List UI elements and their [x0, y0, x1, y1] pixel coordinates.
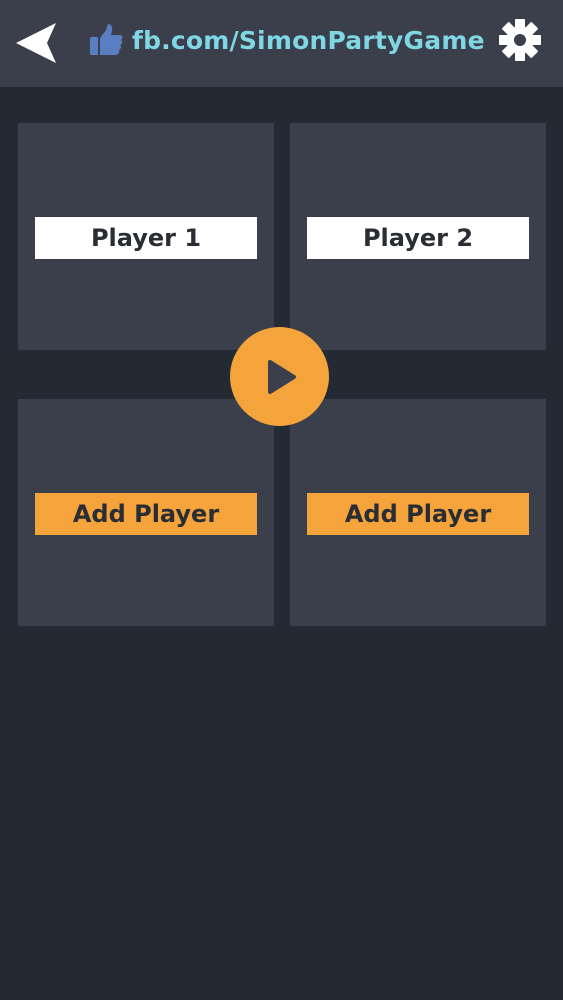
player-slot-2[interactable]: Player 2: [290, 123, 546, 350]
facebook-link-text: fb.com/SimonPartyGame: [132, 25, 485, 55]
gear-icon: [499, 19, 541, 61]
back-arrow-icon: [16, 23, 56, 63]
player-slot-4[interactable]: Add Player: [290, 399, 546, 626]
add-player-button[interactable]: Add Player: [307, 493, 529, 535]
add-player-button[interactable]: Add Player: [35, 493, 257, 535]
player-slot-3[interactable]: Add Player: [18, 399, 274, 626]
back-button[interactable]: [12, 20, 60, 66]
thumbs-up-icon: [90, 24, 123, 55]
player-name-label[interactable]: Player 1: [35, 217, 257, 259]
play-icon: [267, 359, 296, 394]
player-slot-1[interactable]: Player 1: [18, 123, 274, 350]
settings-button[interactable]: [497, 17, 543, 63]
player-name-label[interactable]: Player 2: [307, 217, 529, 259]
player-setup-screen: fb.com/SimonPartyGame Player 1 Player 2 …: [0, 0, 563, 1000]
facebook-page-link[interactable]: fb.com/SimonPartyGame: [88, 18, 485, 62]
play-button[interactable]: [230, 327, 329, 426]
top-bar: fb.com/SimonPartyGame: [0, 0, 563, 87]
